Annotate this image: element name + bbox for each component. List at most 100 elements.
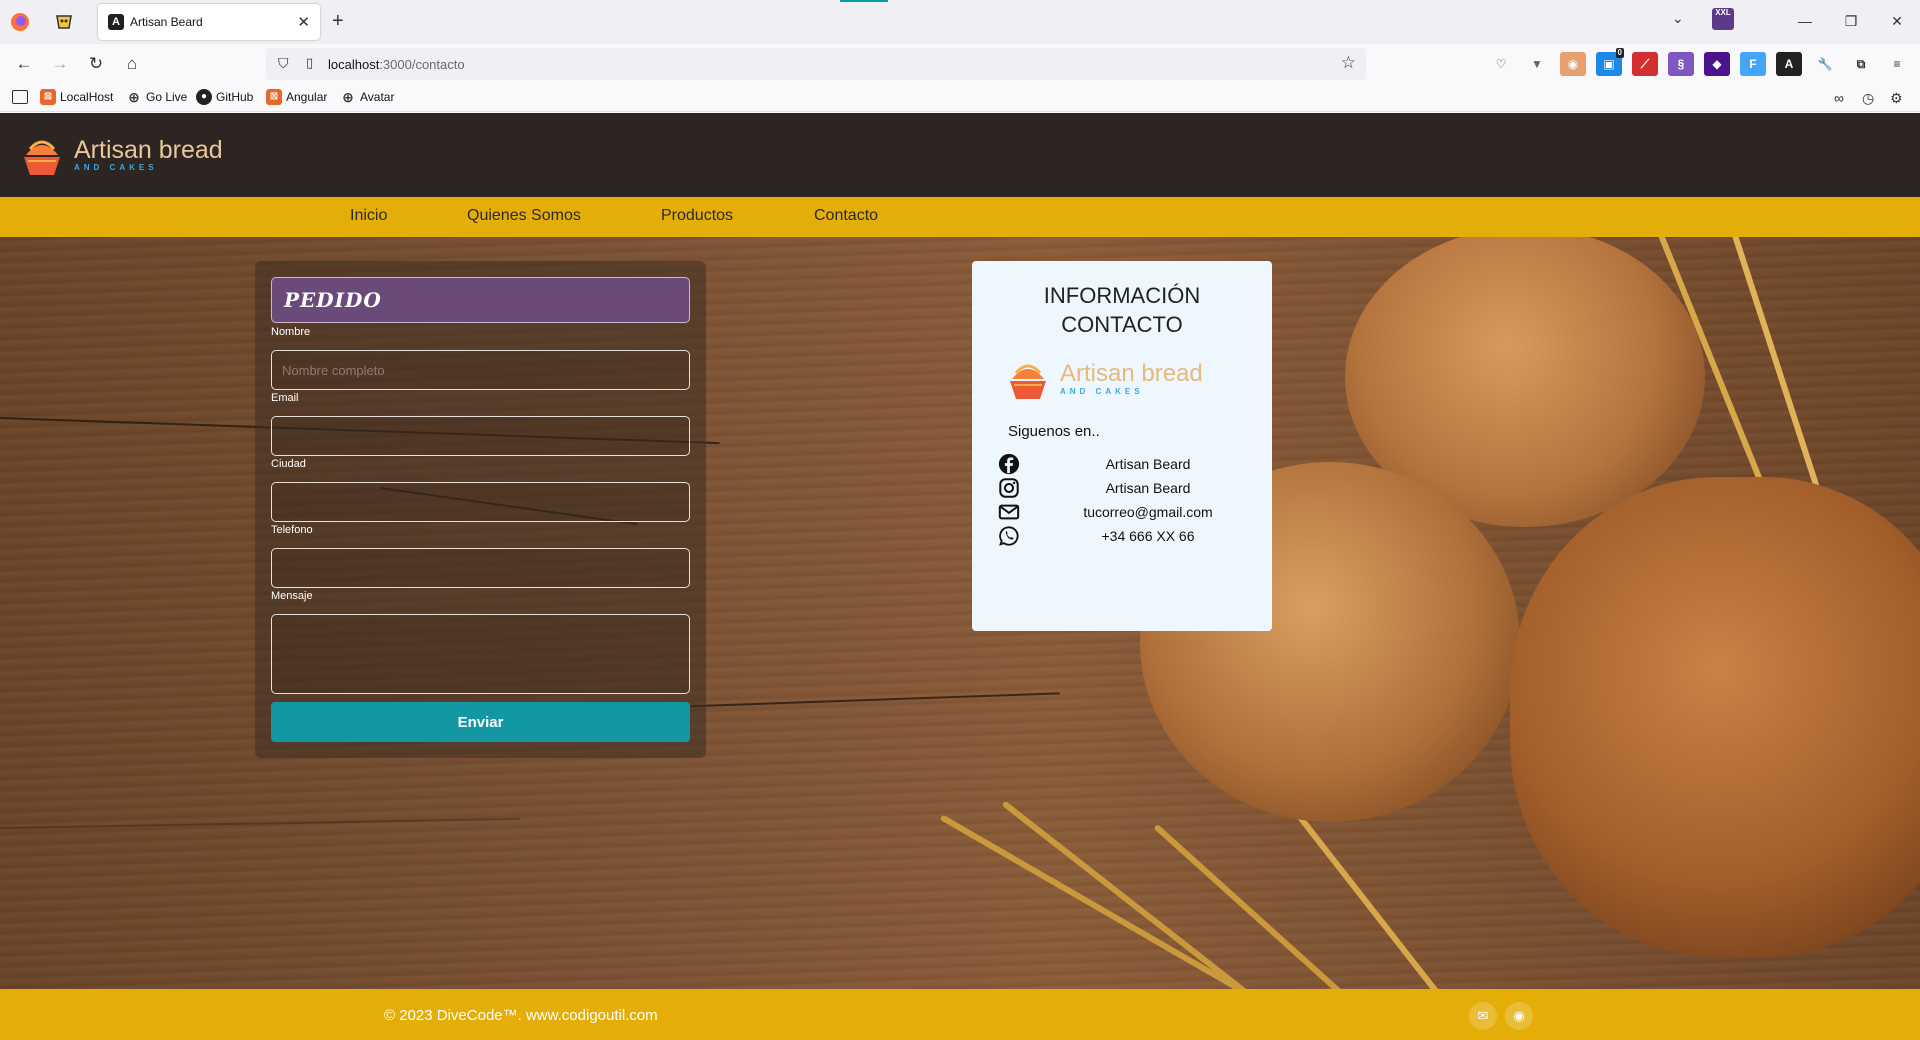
browser-nav-bar: ← → ↻ ⌂ ⛉ ▯ localhost:3000/contacto ☆ ♡ …: [0, 44, 1920, 84]
bookmark-angular[interactable]: ⊠ Angular: [266, 89, 327, 105]
globe-icon: ⊕: [342, 89, 354, 105]
extensions-puzzle-icon[interactable]: ⧉: [1848, 52, 1874, 76]
wheat-stalk: [1291, 807, 1506, 989]
contact-row-facebook[interactable]: Artisan Beard: [998, 453, 1258, 475]
email-input[interactable]: [271, 416, 690, 456]
mensaje-label: Mensaje: [271, 590, 313, 602]
page-info-icon[interactable]: ▯: [306, 55, 313, 71]
clock-icon[interactable]: ◷: [1862, 90, 1874, 107]
info-brand-subtitle: AND CAKES: [1060, 386, 1144, 396]
hero-background: PEDIDO Nombre Email Ciudad Telefono Mens…: [0, 237, 1920, 989]
brand-subtitle: AND CAKES: [74, 162, 158, 172]
back-arrow-icon[interactable]: ←: [12, 52, 36, 76]
browser-tab-bar: A Artisan Beard ✕ + ⌄ XXL — ❐ ✕: [0, 0, 1920, 44]
url-bar[interactable]: ⛉ ▯ localhost:3000/contacto ☆: [266, 48, 1366, 80]
footer-github-icon[interactable]: ◉: [1505, 1002, 1533, 1030]
bookmark-github[interactable]: ● GitHub: [196, 89, 253, 105]
contact-row-instagram[interactable]: Artisan Beard: [998, 477, 1258, 499]
menu-item-inicio[interactable]: Inicio: [350, 207, 387, 225]
brand-logo[interactable]: Artisan bread AND CAKES: [20, 131, 223, 177]
whatsapp-text: +34 666 XX 66: [1101, 528, 1195, 544]
firefox-icon[interactable]: [8, 10, 32, 34]
cupcake-logo-icon: [24, 140, 60, 175]
extension-avatar-icon[interactable]: ◉: [1560, 52, 1586, 76]
menu-item-productos[interactable]: Productos: [661, 207, 733, 225]
tracking-shield-icon[interactable]: ⛉: [278, 55, 289, 72]
bookmark-avatar[interactable]: ⊕ Avatar: [340, 89, 394, 105]
info-title: INFORMACIÓN CONTACTO: [1043, 283, 1201, 337]
info-brand-name: Artisan bread: [1060, 359, 1203, 387]
contact-row-email[interactable]: tucorreo@gmail.com: [998, 501, 1258, 523]
window-controls: — ❐ ✕: [1782, 0, 1920, 44]
website: Artisan bread AND CAKES Inicio Quienes S…: [0, 113, 1920, 1040]
active-tab[interactable]: A Artisan Beard ✕: [98, 4, 320, 40]
new-tab-button[interactable]: +: [332, 10, 344, 33]
infinity-icon[interactable]: ∞: [1834, 90, 1844, 106]
settings-gear-icon[interactable]: ⚙: [1890, 90, 1903, 107]
angular-favicon-icon: A: [108, 14, 124, 30]
ciudad-input[interactable]: [271, 482, 690, 522]
brand-name: Artisan bread: [74, 135, 223, 164]
list-tabs-chevron-icon[interactable]: ⌄: [1672, 10, 1684, 27]
wheat-stalk: [1001, 800, 1305, 989]
follow-label: Siguenos en..: [1008, 423, 1100, 440]
facebook-text: Artisan Beard: [1105, 456, 1191, 472]
wrench-icon[interactable]: 🔧: [1812, 52, 1838, 76]
wood-crack: [0, 817, 520, 829]
facebook-icon: [998, 453, 1020, 475]
enviar-button[interactable]: Enviar: [271, 702, 690, 742]
instagram-icon: [999, 478, 1019, 498]
bookmark-localhost[interactable]: ⊠ LocalHost: [40, 89, 113, 105]
extension-badge-icon[interactable]: ▣ 0: [1596, 48, 1624, 76]
pinned-tab-icon[interactable]: [52, 10, 76, 34]
bread-loaf-right: [1510, 477, 1920, 957]
form-title: PEDIDO: [284, 288, 382, 312]
home-icon[interactable]: ⌂: [120, 52, 144, 76]
minimize-button[interactable]: —: [1782, 0, 1828, 44]
form-title-banner: PEDIDO: [271, 277, 690, 323]
restore-button[interactable]: ❐: [1828, 0, 1874, 44]
ciudad-label: Ciudad: [271, 458, 306, 470]
tab-loading-indicator: [840, 0, 888, 2]
telefono-label: Telefono: [271, 524, 313, 536]
close-window-button[interactable]: ✕: [1874, 0, 1920, 44]
order-form: PEDIDO Nombre Email Ciudad Telefono Mens…: [255, 261, 706, 758]
info-brand-logo: Artisan bread AND CAKES: [1006, 355, 1203, 401]
main-menu: Inicio Quienes Somos Productos Contacto: [0, 197, 1920, 237]
site-footer: © 2023 DiveCode™. www.codigoutil.com ✉ ◉: [0, 989, 1920, 1040]
bookmark-go-live[interactable]: ⊕ Go Live: [126, 89, 187, 105]
sidebar-toggle-icon[interactable]: [12, 90, 28, 104]
footer-envelope-icon[interactable]: ✉: [1469, 1002, 1497, 1030]
bookmark-star-icon[interactable]: ☆: [1341, 53, 1356, 73]
extension-s-icon[interactable]: §: [1668, 52, 1694, 76]
tab-close-icon[interactable]: ✕: [297, 13, 310, 31]
mensaje-textarea[interactable]: [271, 614, 690, 694]
extension-f-icon[interactable]: F: [1740, 52, 1766, 76]
contact-row-whatsapp[interactable]: +34 666 XX 66: [998, 525, 1258, 547]
extension-badge-count: 0: [1615, 48, 1624, 58]
menu-item-quienes-somos[interactable]: Quienes Somos: [467, 207, 581, 225]
whatsapp-icon: [999, 526, 1019, 546]
extensions-toolbar: ♡ ▼ ◉ ▣ 0 ⟋ § ◆ F A 🔧 ⧉ ≡: [1488, 48, 1910, 76]
telefono-input[interactable]: [271, 548, 690, 588]
localhost-favicon-icon: ⊠: [40, 89, 56, 105]
footer-copyright: © 2023 DiveCode™. www.codigoutil.com: [384, 1007, 658, 1024]
contact-info-card: INFORMACIÓN CONTACTO Artisan bread AND C…: [972, 261, 1272, 631]
envelope-icon: [998, 504, 1020, 520]
reload-icon[interactable]: ↻: [84, 52, 108, 76]
pocket-icon[interactable]: ♡: [1488, 52, 1514, 76]
vue-devtools-icon[interactable]: ▼: [1524, 52, 1550, 76]
nombre-input[interactable]: [271, 350, 690, 390]
cupcake-logo-icon: [1010, 364, 1046, 399]
xxl-extension-icon[interactable]: XXL: [1712, 8, 1734, 30]
angular-devtools-icon[interactable]: A: [1776, 52, 1802, 76]
email-text: tucorreo@gmail.com: [1083, 504, 1213, 520]
menu-hamburger-icon[interactable]: ≡: [1884, 52, 1910, 76]
menu-item-contacto[interactable]: Contacto: [814, 207, 878, 225]
pdf-extension-icon[interactable]: ⟋: [1632, 52, 1658, 76]
diamond-extension-icon[interactable]: ◆: [1704, 52, 1730, 76]
globe-icon: ⊕: [128, 89, 140, 105]
angular-bookmark-icon: ⊠: [266, 89, 282, 105]
forward-arrow-icon[interactable]: →: [48, 52, 72, 76]
url-text[interactable]: localhost:3000/contacto: [328, 57, 465, 72]
